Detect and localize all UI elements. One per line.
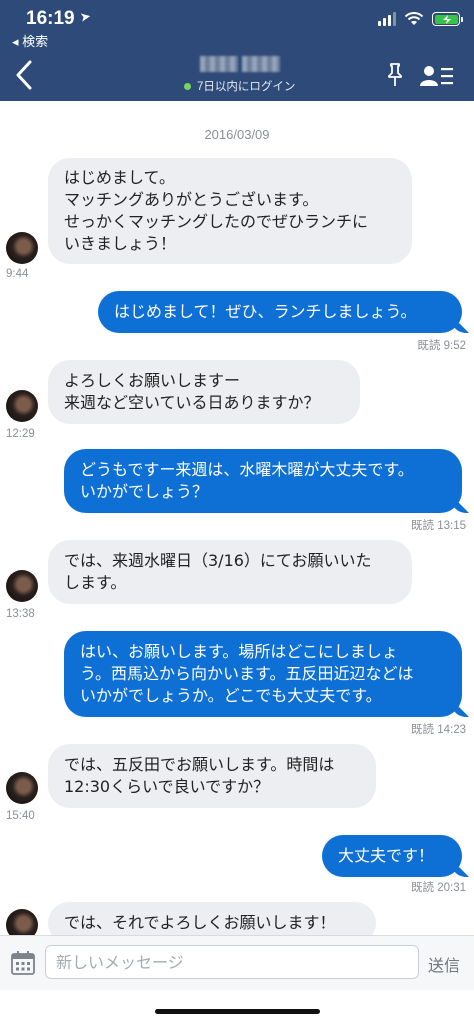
message-bubble-incoming: では、五反田でお願いします。時間は 12:30くらいで良いですか？	[48, 744, 376, 808]
send-button[interactable]: 送信	[428, 952, 460, 976]
wifi-icon	[404, 12, 424, 25]
message-bubble-incoming: では、来週水曜日（3/16）にてお願いいた します。	[48, 540, 412, 604]
message-time: 15:40	[6, 810, 35, 822]
avatar[interactable]	[6, 909, 38, 935]
chat-thread[interactable]: 2016/03/09 はじめまして。 マッチングありがとうございます。 せっかく…	[0, 101, 474, 935]
message-bubble-outgoing: はい、お願いします。場所はどこにしましょ う。西馬込から向かいます。五反田近辺な…	[64, 631, 462, 717]
calendar-icon[interactable]	[10, 950, 36, 976]
message-read-time: 既読 9:52	[417, 340, 466, 352]
location-arrow-icon: ➤	[78, 9, 93, 26]
message-composer: 送信	[0, 935, 474, 990]
pin-icon[interactable]	[385, 62, 405, 88]
battery-icon	[432, 12, 463, 26]
avatar[interactable]	[6, 232, 38, 264]
app-header: 16:19 ➤ ◂ 検索 7日以内にログイン	[0, 0, 474, 101]
online-dot-icon	[184, 82, 191, 90]
message-read-time: 既読 14:23	[411, 724, 466, 736]
message-read-time: 既読 20:31	[411, 882, 466, 894]
message-time: 9:44	[6, 268, 29, 280]
blurred-user-name	[200, 56, 284, 74]
back-chevron-icon[interactable]	[12, 58, 36, 92]
message-time: 13:38	[6, 608, 35, 620]
message-bubble-outgoing: どうもですー来週は、水曜木曜が大丈夫です。 いかがでしょう？	[64, 449, 462, 513]
avatar[interactable]	[6, 390, 38, 422]
message-bubble-incoming: よろしくお願いしますー 来週など空いている日ありますか？	[48, 360, 360, 424]
status-indicators	[378, 12, 463, 26]
home-indicator	[155, 1009, 320, 1014]
message-bubble-outgoing: 大丈夫です！	[322, 835, 462, 877]
message-bubble-outgoing: はじめまして！ぜひ、ランチしましょう。	[98, 291, 462, 333]
avatar[interactable]	[6, 772, 38, 804]
status-time: 16:19	[26, 8, 75, 29]
message-bubble-incoming: では、それでよろしくお願いします！	[48, 902, 376, 935]
avatar[interactable]	[6, 570, 38, 602]
message-input[interactable]	[45, 945, 419, 979]
message-read-time: 既読 13:15	[411, 520, 466, 532]
date-separator: 2016/03/09	[204, 127, 270, 142]
message-time: 12:29	[6, 428, 35, 440]
profile-icon[interactable]	[420, 64, 454, 88]
message-bubble-incoming: はじめまして。 マッチングありがとうございます。 せっかくマッチングしたのでぜひ…	[48, 158, 412, 264]
login-status-label: 7日以内にログイン	[197, 81, 296, 93]
back-to-search-link[interactable]: ◂ 検索	[12, 31, 48, 50]
login-status: 7日以内にログイン	[184, 78, 295, 94]
cellular-signal-icon	[378, 12, 396, 26]
